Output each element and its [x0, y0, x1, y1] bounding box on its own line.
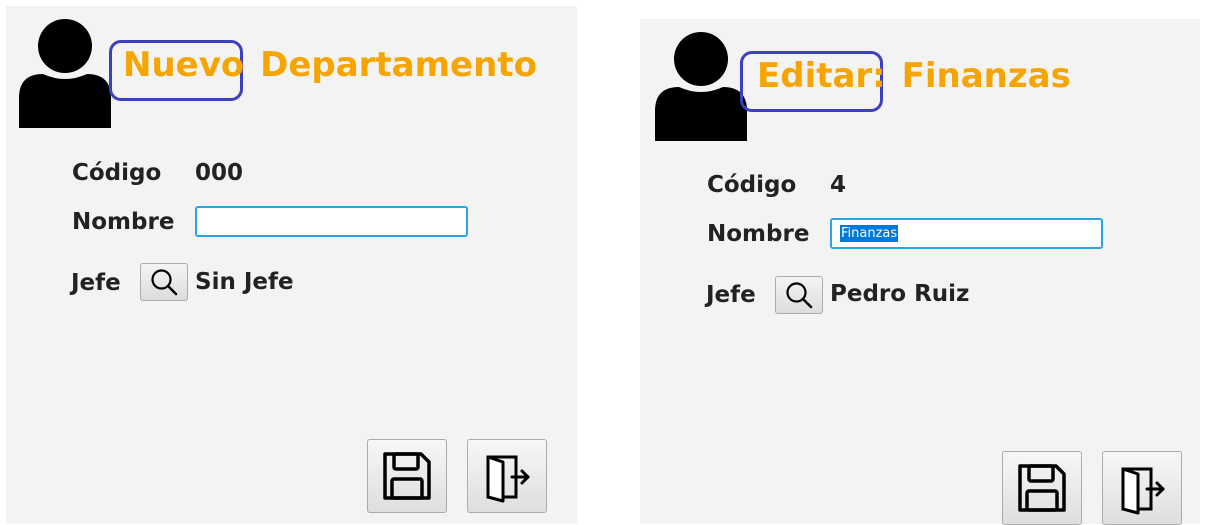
- exit-icon: [1121, 467, 1165, 515]
- user-avatar-icon: [19, 19, 111, 128]
- new-department-dialog: Nuevo Departamento Código 000 Nombre Jef…: [6, 6, 577, 524]
- search-jefe-button[interactable]: [775, 276, 823, 314]
- codigo-value: 000: [195, 160, 244, 186]
- save-button[interactable]: [1002, 451, 1082, 525]
- nombre-input-value: Finanzas: [840, 225, 899, 242]
- title-mode: Editar:: [757, 56, 886, 96]
- search-icon: [151, 269, 178, 296]
- nombre-label: Nombre: [72, 209, 175, 235]
- jefe-label: Jefe: [706, 282, 756, 308]
- codigo-label: Código: [72, 160, 162, 186]
- exit-icon: [486, 455, 530, 503]
- jefe-value: Pedro Ruiz: [830, 281, 970, 307]
- exit-button[interactable]: [467, 439, 547, 513]
- title-mode: Nuevo: [123, 45, 245, 85]
- codigo-value: 4: [830, 172, 847, 198]
- jefe-label: Jefe: [71, 270, 121, 296]
- user-avatar-icon: [655, 32, 747, 141]
- nombre-input[interactable]: [195, 206, 468, 237]
- save-icon: [383, 452, 431, 500]
- codigo-label: Código: [707, 172, 797, 198]
- jefe-value: Sin Jefe: [195, 269, 294, 295]
- exit-button[interactable]: [1102, 451, 1182, 525]
- nombre-label: Nombre: [707, 221, 810, 247]
- save-button[interactable]: [367, 439, 447, 513]
- search-jefe-button[interactable]: [140, 263, 188, 301]
- title-subject: Departamento: [260, 45, 537, 85]
- edit-department-dialog: Editar: Finanzas Código 4 Nombre Finanza…: [640, 19, 1200, 525]
- dialog-title: Nuevo Departamento: [123, 48, 537, 82]
- search-icon: [786, 282, 813, 309]
- nombre-input[interactable]: Finanzas: [830, 218, 1103, 249]
- save-icon: [1018, 464, 1066, 512]
- title-subject: Finanzas: [901, 56, 1071, 96]
- dialog-title: Editar: Finanzas: [757, 59, 1071, 93]
